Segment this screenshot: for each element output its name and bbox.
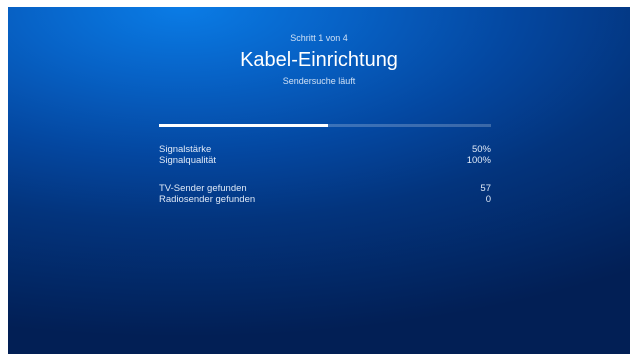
tv-setup-screen: Schritt 1 von 4 Kabel-Einrichtung Sender… xyxy=(8,7,630,354)
stat-row-tv-found: TV-Sender gefunden 57 xyxy=(159,183,491,194)
header: Schritt 1 von 4 Kabel-Einrichtung Sender… xyxy=(8,33,630,87)
channel-stats: TV-Sender gefunden 57 Radiosender gefund… xyxy=(159,183,491,205)
progress-bar xyxy=(159,124,491,127)
stat-value: 57 xyxy=(480,183,491,194)
signal-stats: Signalstärke 50% Signalqualität 100% xyxy=(159,144,491,166)
stat-row-signal-quality: Signalqualität 100% xyxy=(159,155,491,166)
stat-label: Signalstärke xyxy=(159,144,212,155)
stat-row-signal-strength: Signalstärke 50% xyxy=(159,144,491,155)
progress-bar-fill xyxy=(159,124,329,127)
stat-value: 50% xyxy=(471,144,491,155)
page-title: Kabel-Einrichtung xyxy=(240,49,398,71)
page-subtitle: Sendersuche läuft xyxy=(282,76,356,86)
stat-label: Radiosender gefunden xyxy=(159,194,256,205)
stat-label: TV-Sender gefunden xyxy=(159,183,247,194)
stat-label: Signalqualität xyxy=(159,155,217,166)
stat-row-radio-found: Radiosender gefunden 0 xyxy=(159,194,491,205)
stat-value: 0 xyxy=(485,194,491,205)
stat-value: 100% xyxy=(466,155,491,166)
step-indicator: Schritt 1 von 4 xyxy=(290,33,348,43)
